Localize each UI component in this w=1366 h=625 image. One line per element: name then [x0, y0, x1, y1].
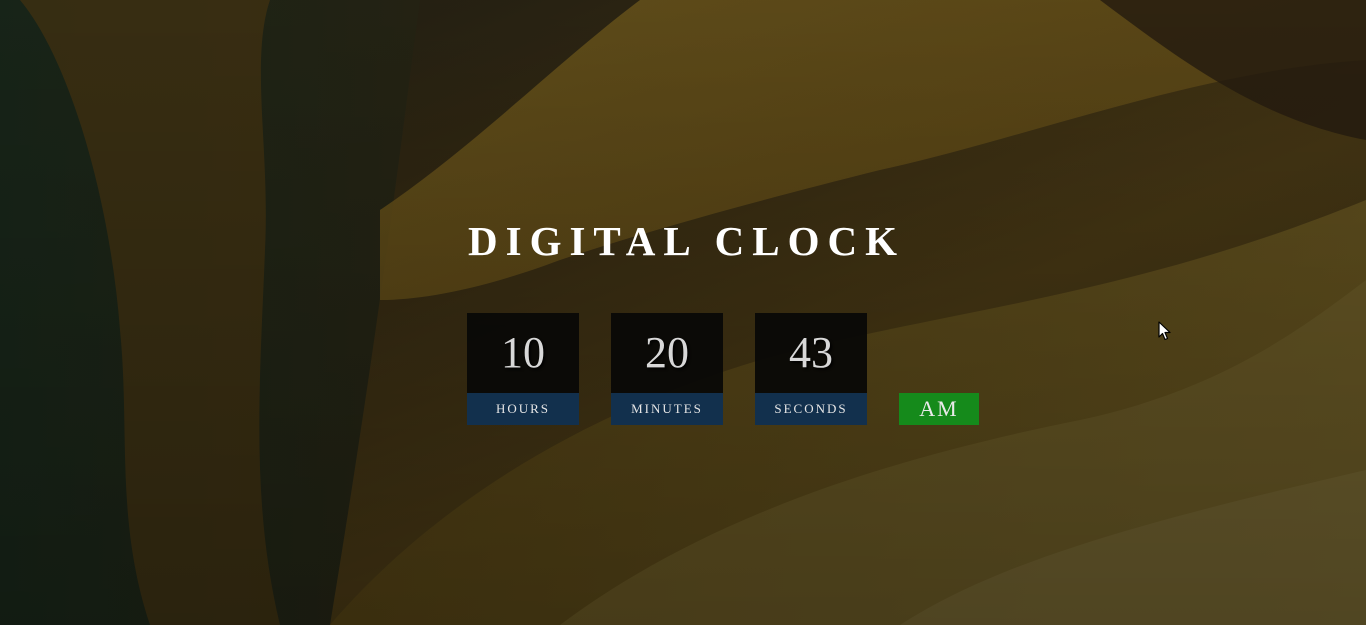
- am-pm-badge: AM: [899, 393, 979, 425]
- seconds-value: 43: [755, 313, 867, 393]
- mouse-pointer-icon: [1158, 321, 1171, 341]
- hours-value: 10: [467, 313, 579, 393]
- hours-label: HOURS: [467, 393, 579, 425]
- hours-unit: 10 HOURS: [467, 313, 579, 425]
- seconds-unit: 43 SECONDS: [755, 313, 867, 425]
- minutes-label: MINUTES: [611, 393, 723, 425]
- digital-clock-page: DIGITAL CLOCK 10 HOURS 20 MINUTES 43 SEC…: [0, 0, 1366, 625]
- page-title: DIGITAL CLOCK: [468, 218, 906, 264]
- minutes-unit: 20 MINUTES: [611, 313, 723, 425]
- minutes-value: 20: [611, 313, 723, 393]
- seconds-label: SECONDS: [755, 393, 867, 425]
